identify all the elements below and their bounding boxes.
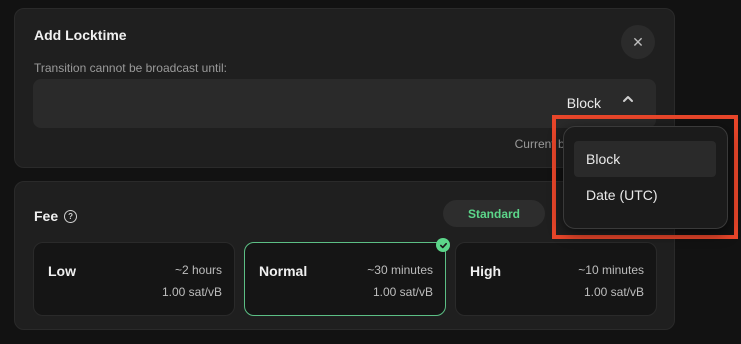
close-icon: ✕ xyxy=(632,33,644,50)
fee-option-rate: 1.00 sat/vB xyxy=(583,285,644,299)
fee-option-time: ~30 minutes xyxy=(367,263,433,277)
fee-option-rate: 1.00 sat/vB xyxy=(161,285,222,299)
fee-option-name: Normal xyxy=(259,263,308,279)
fee-title: Fee xyxy=(34,208,59,224)
dropdown-item-date-utc[interactable]: Date (UTC) xyxy=(574,177,716,213)
fee-header: Fee ? xyxy=(34,208,78,224)
fee-option-name: High xyxy=(470,263,502,279)
help-icon[interactable]: ? xyxy=(64,209,78,223)
fee-option-low[interactable]: Low ~2 hours 1.00 sat/vB xyxy=(33,242,235,316)
fee-option-normal[interactable]: Normal ~30 minutes 1.00 sat/vB xyxy=(244,238,450,316)
chevron-up-icon xyxy=(623,96,633,102)
fee-option-high[interactable]: High ~10 minutes 1.00 sat/vB xyxy=(455,242,657,316)
fee-option-name: Low xyxy=(48,263,76,279)
dropdown-item-block[interactable]: Block xyxy=(574,141,716,177)
locktime-type-dropdown: Block Date (UTC) xyxy=(563,126,728,229)
check-icon xyxy=(436,238,450,252)
locktime-type-value: Block xyxy=(566,95,601,111)
fee-option-time: ~2 hours xyxy=(174,263,222,277)
locktime-subtitle: Transition cannot be broadcast until: xyxy=(34,61,228,75)
fee-option-time: ~10 minutes xyxy=(578,263,644,277)
close-button[interactable]: ✕ xyxy=(621,25,655,59)
locktime-title: Add Locktime xyxy=(34,27,127,43)
standard-fee-button[interactable]: Standard xyxy=(443,200,545,227)
fee-option-rate: 1.00 sat/vB xyxy=(372,285,433,299)
